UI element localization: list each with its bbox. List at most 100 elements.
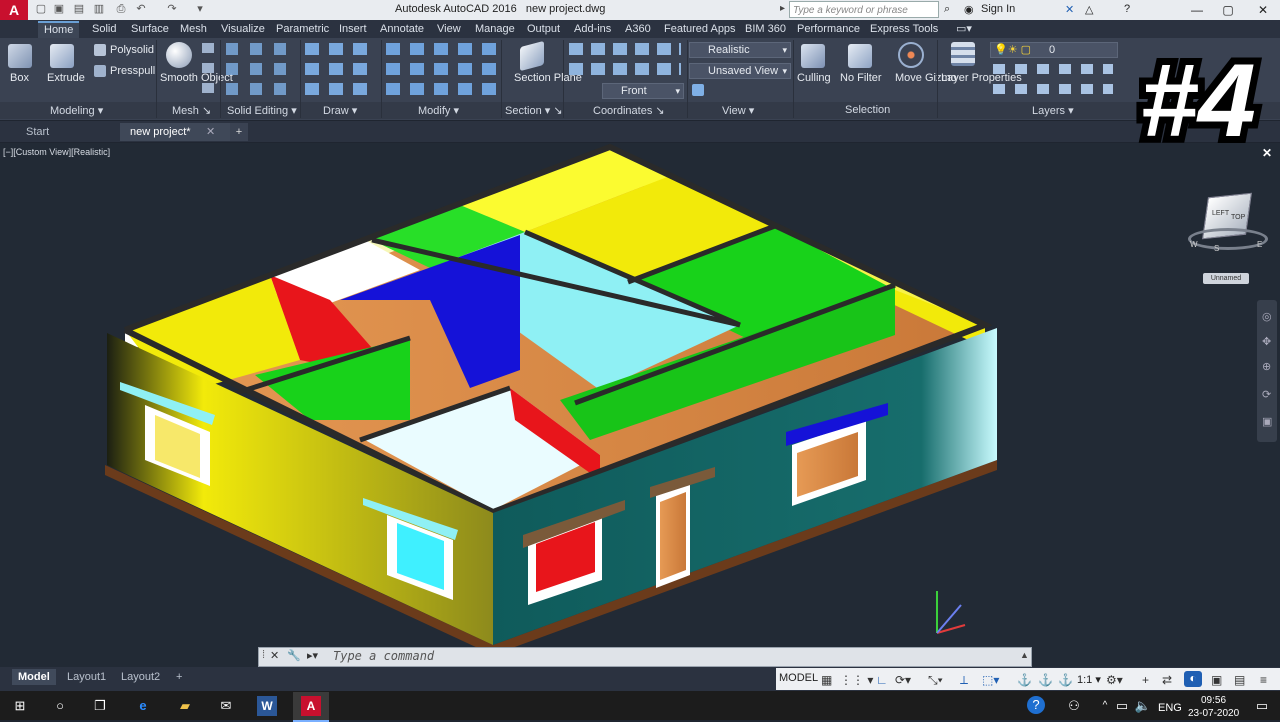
drawing-tab-active[interactable]: new project* [120,123,234,141]
new-file-icon[interactable]: ▢ [34,3,48,16]
customize-wrench-icon[interactable]: 🔧 [287,649,301,662]
customize-qat-icon[interactable]: ▾ [193,3,207,16]
tab-mesh[interactable]: Mesh [180,21,207,37]
named-view-dropdown[interactable]: Unsaved View ▾ [689,63,791,79]
panel-label-selection[interactable]: Selection [845,104,890,116]
clean-screen-icon[interactable]: ▣ [1211,673,1222,687]
auto-scale-icon[interactable]: ⚓ [1038,673,1053,687]
tab-model[interactable]: Model [12,669,56,685]
tab-a360[interactable]: A360 [625,21,651,37]
mesh-tools-icon[interactable] [202,43,214,97]
ucs-view-dropdown[interactable]: Front ▾ [602,83,684,99]
volume-icon[interactable]: 🔈 [1133,696,1153,716]
no-filter-dropdown[interactable]: No Filter [840,72,882,84]
modify-tools-icon[interactable] [386,43,496,97]
panel-label-layers[interactable]: Layers ▾ [1032,104,1074,117]
tab-layout2[interactable]: Layout2 [115,669,166,685]
new-tab-button[interactable]: + [230,123,248,141]
tab-visualize[interactable]: Visualize [221,21,265,37]
panel-label-draw[interactable]: Draw ▾ [323,104,357,117]
search-icon[interactable]: ⌕ [944,3,950,16]
osnap-icon[interactable]: ⤡▾ [928,673,943,688]
language-indicator[interactable]: ENG [1158,702,1182,714]
culling-icon[interactable] [801,44,825,68]
open-folder-icon[interactable]: ▣ [52,3,66,16]
light-bulb-icon[interactable]: 💡☀ ▢ [994,43,1031,56]
clock-time[interactable]: 09:56 [1201,695,1226,706]
zoom-icon[interactable]: ⊕ [1262,360,1271,373]
mail-icon[interactable]: ✉ [216,696,236,716]
redo-icon[interactable]: ↷ [165,3,179,16]
annotation-visibility-icon[interactable]: ⚓ [1017,673,1032,687]
grid-icon[interactable]: ▦ [821,673,832,687]
sign-in-link[interactable]: Sign In [981,3,1015,15]
minimize-button[interactable]: — [1182,0,1212,20]
layer-properties-icon[interactable] [951,42,975,66]
panel-label-modify[interactable]: Modify ▾ [418,104,459,117]
move-gizmo-icon[interactable] [898,42,924,68]
culling-button[interactable]: Culling [797,72,831,84]
recent-commands-icon[interactable]: ▸▾ [307,649,318,662]
compass-s-label[interactable]: S [1214,244,1219,253]
move-gizmo-button[interactable]: Move Gizmo [895,72,957,85]
close-tab-icon[interactable]: ✕ [206,123,215,141]
task-view-icon[interactable]: ❐ [90,696,110,716]
grip-icon[interactable]: ⁞ [262,649,265,661]
word-icon[interactable]: W [257,696,277,716]
autocad-logo-icon[interactable]: A [0,0,28,20]
close-command-line-icon[interactable]: ✕ [270,649,279,662]
extrude-icon[interactable] [50,44,74,68]
user-icon[interactable]: ◉ [964,3,974,16]
tab-view[interactable]: View [437,21,461,37]
box-button[interactable]: Box [10,72,29,84]
ucs-menu[interactable]: Unnamed [1203,273,1249,284]
polar-icon[interactable]: ⟳▾ [895,673,911,687]
tab-annotate[interactable]: Annotate [380,21,424,37]
battery-icon[interactable]: ▭ [1112,696,1132,716]
solid-editing-tools-icon[interactable] [226,43,296,97]
command-history-arrow-icon[interactable]: ▲ [1020,650,1029,660]
print-icon[interactable]: ⎙ [114,3,128,16]
box-icon[interactable] [8,44,32,68]
panel-label-view[interactable]: View ▾ [722,104,754,117]
viewcube-left-face[interactable]: LEFT [1212,210,1229,217]
smooth-object-button[interactable]: Smooth Object [160,72,233,85]
plus-icon[interactable]: + [1142,673,1149,687]
search-icon[interactable]: ○ [50,696,70,716]
viewcube-top-face[interactable]: TOP [1231,214,1245,221]
ucs-tools-icon[interactable] [569,43,681,79]
maximize-button[interactable]: ▢ [1213,0,1243,20]
tab-parametric[interactable]: Parametric [276,21,329,37]
section-plane-button[interactable]: Section Plane [514,72,582,85]
isodraft-icon[interactable]: ⟂ [960,673,968,688]
annotation-scale-dropdown[interactable]: 1:1 ▾ [1077,673,1101,686]
search-input[interactable]: Type a keyword or phrase [789,1,939,18]
people-icon[interactable]: ⚇ [1064,696,1084,716]
tab-manage[interactable]: Manage [475,21,515,37]
command-input[interactable]: Type a command [333,649,434,663]
file-explorer-icon[interactable]: ▰ [175,696,195,716]
workspace-icon[interactable]: ⚓ [1058,673,1073,687]
edge-browser-icon[interactable]: e [133,696,153,716]
tab-featured-apps[interactable]: Featured Apps [664,21,736,37]
save-icon[interactable]: ▤ [72,3,86,16]
tab-output[interactable]: Output [527,21,560,37]
viewcube-compass[interactable] [1188,228,1268,250]
extrude-button[interactable]: Extrude [47,72,85,84]
presspull-button[interactable]: Presspull [110,65,155,77]
chevron-right-icon[interactable]: ▸ [780,3,785,14]
polysolid-icon[interactable] [94,44,106,56]
snap-icon[interactable]: ⋮⋮ ▾ [840,673,873,687]
help-icon[interactable]: ? [1124,3,1130,15]
hardware-acceleration-icon[interactable]: ⇄ [1162,673,1172,687]
orbit-icon[interactable]: ⟳ [1262,388,1271,401]
isolate-objects-icon[interactable]: ◐ [1184,671,1202,687]
layer-properties-button[interactable]: Layer Properties [941,72,1022,85]
exchange-apps-icon[interactable]: ✕ [1065,3,1074,16]
new-layout-button[interactable]: + [170,669,188,685]
a360-icon[interactable]: △ [1085,3,1093,16]
presspull-icon[interactable] [94,65,106,77]
house-3d-model[interactable] [0,143,1280,668]
tab-home[interactable]: Home [38,21,80,38]
compass-w-label[interactable]: W [1190,240,1198,249]
